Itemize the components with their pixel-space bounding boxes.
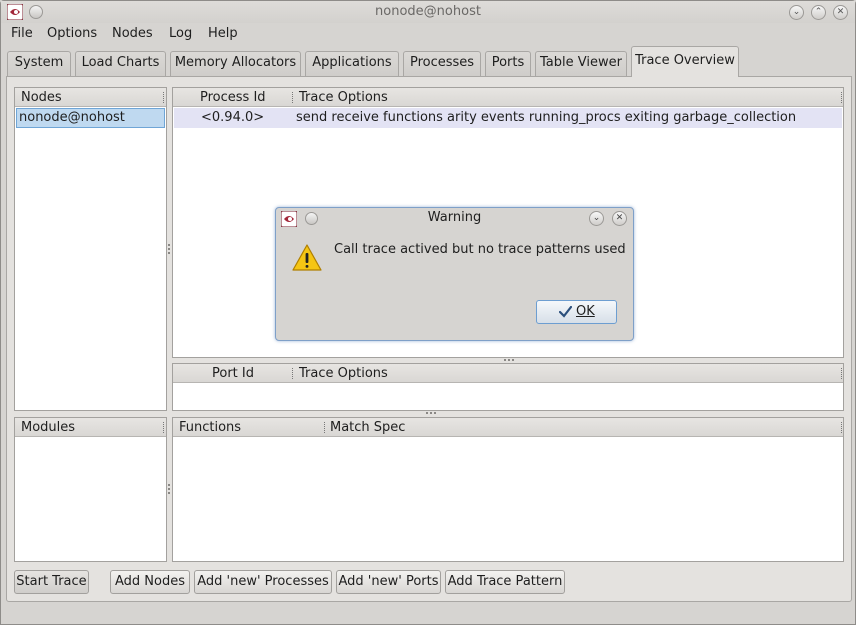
- tab-load-charts[interactable]: Load Charts: [75, 51, 166, 76]
- process-id-column[interactable]: Process Id: [200, 90, 266, 105]
- port-trace-options-column[interactable]: Trace Options: [299, 366, 388, 381]
- close-button[interactable]: ✕: [833, 5, 848, 20]
- process-header: Process Id Trace Options: [173, 88, 843, 107]
- nodes-header: Nodes: [15, 88, 166, 107]
- vertical-splitter[interactable]: [168, 484, 170, 494]
- column-separator[interactable]: [292, 368, 293, 379]
- functions-panel[interactable]: Functions Match Spec: [172, 417, 844, 562]
- tab-system[interactable]: System: [7, 51, 71, 76]
- menu-file[interactable]: File: [11, 26, 33, 41]
- column-separator[interactable]: [841, 92, 842, 103]
- add-trace-pattern-button[interactable]: Add Trace Pattern: [445, 570, 565, 594]
- menu-options[interactable]: Options: [47, 26, 97, 41]
- start-trace-button[interactable]: Start Trace: [14, 570, 89, 594]
- minimize-button[interactable]: ⌄: [789, 5, 804, 20]
- title-bar: nonode@nohost ⌄ ⌃ ✕: [1, 1, 855, 23]
- process-id-cell: <0.94.0>: [201, 110, 265, 125]
- port-panel[interactable]: Port Id Trace Options: [172, 363, 844, 411]
- tab-ports[interactable]: Ports: [485, 51, 531, 76]
- add-nodes-button[interactable]: Add Nodes: [110, 570, 190, 594]
- column-separator[interactable]: [841, 422, 842, 433]
- warning-dialog: Warning ⌄ ✕ Call trace actived but no tr…: [275, 207, 634, 341]
- modules-header-label: Modules: [21, 420, 76, 435]
- nodes-panel[interactable]: Nodes nonode@nohost: [14, 87, 167, 411]
- functions-column[interactable]: Functions: [179, 420, 241, 435]
- match-spec-column[interactable]: Match Spec: [330, 420, 405, 435]
- dialog-title: Warning: [427, 210, 482, 225]
- tab-processes[interactable]: Processes: [403, 51, 481, 76]
- window-title: nonode@nohost: [375, 4, 481, 19]
- nodes-header-label: Nodes: [21, 90, 62, 105]
- add-new-ports-button[interactable]: Add 'new' Ports: [336, 570, 441, 594]
- modules-header: Modules: [15, 418, 166, 437]
- add-new-processes-button[interactable]: Add 'new' Processes: [194, 570, 332, 594]
- dialog-minimize-button[interactable]: ⌄: [589, 211, 604, 226]
- menu-log[interactable]: Log: [169, 26, 192, 41]
- checkmark-icon: [559, 306, 572, 318]
- tab-bar: System Load Charts Memory Allocators App…: [5, 46, 851, 77]
- ok-label: OK: [576, 304, 595, 319]
- horizontal-splitter[interactable]: [504, 359, 514, 361]
- ok-button[interactable]: OK: [536, 300, 617, 324]
- menu-bar: File Options Nodes Log Help: [1, 23, 855, 45]
- maximize-button[interactable]: ⌃: [811, 5, 826, 20]
- tab-table-viewer[interactable]: Table Viewer: [535, 51, 627, 76]
- functions-header: Functions Match Spec: [173, 418, 843, 437]
- table-row[interactable]: <0.94.0> send receive functions arity ev…: [174, 108, 842, 128]
- menu-help[interactable]: Help: [208, 26, 238, 41]
- column-separator[interactable]: [324, 422, 325, 433]
- column-separator[interactable]: [292, 92, 293, 103]
- column-separator[interactable]: [163, 422, 164, 433]
- tab-memory-allocators[interactable]: Memory Allocators: [170, 51, 301, 76]
- trace-options-cell: send receive functions arity events runn…: [296, 110, 797, 125]
- menu-nodes[interactable]: Nodes: [112, 26, 153, 41]
- warning-icon: [292, 244, 322, 271]
- column-separator[interactable]: [163, 92, 164, 103]
- main-window: nonode@nohost ⌄ ⌃ ✕ File Options Nodes L…: [0, 0, 856, 625]
- node-label: nonode@nohost: [19, 110, 125, 125]
- column-separator[interactable]: [841, 368, 842, 379]
- vertical-splitter[interactable]: [168, 244, 170, 254]
- port-header: Port Id Trace Options: [173, 364, 843, 383]
- tab-trace-overview[interactable]: Trace Overview: [631, 46, 739, 77]
- dialog-close-button[interactable]: ✕: [612, 211, 627, 226]
- trace-options-column[interactable]: Trace Options: [299, 90, 388, 105]
- dialog-message: Call trace actived but no trace patterns…: [334, 242, 626, 257]
- horizontal-splitter[interactable]: [426, 412, 436, 414]
- tab-applications[interactable]: Applications: [305, 51, 399, 76]
- modules-panel[interactable]: Modules: [14, 417, 167, 562]
- port-id-column[interactable]: Port Id: [212, 366, 254, 381]
- node-row[interactable]: nonode@nohost: [16, 108, 165, 128]
